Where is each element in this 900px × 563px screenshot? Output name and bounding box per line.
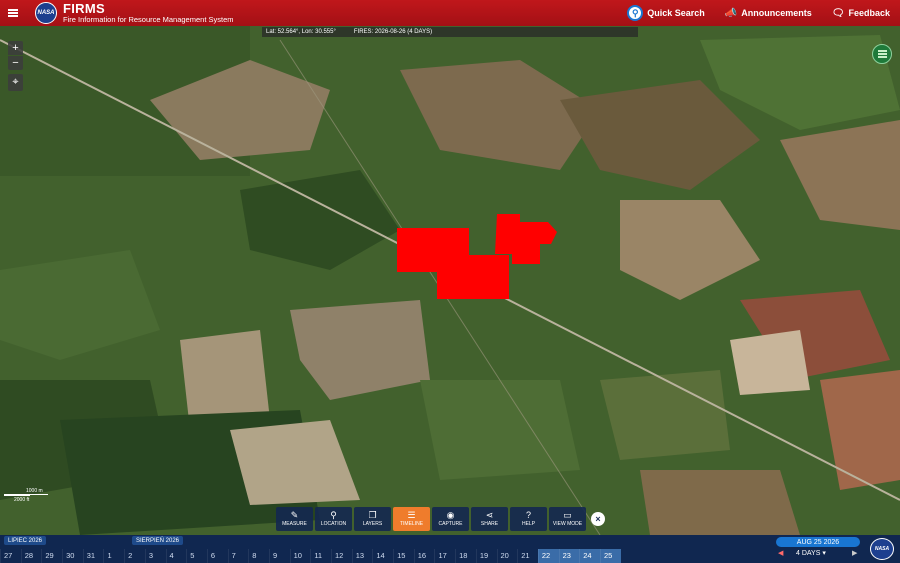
- timeline-day[interactable]: 7: [227, 549, 249, 563]
- zoom-out-button[interactable]: −: [8, 56, 23, 70]
- location-button[interactable]: ⚲ LOCATION: [315, 507, 352, 531]
- nasa-logo-footer: NASA: [870, 538, 894, 560]
- timeline-day[interactable]: 1: [103, 549, 124, 563]
- timeline-day[interactable]: 28: [20, 549, 42, 563]
- timeline-day[interactable]: 22: [537, 549, 559, 563]
- timeline-day[interactable]: 10: [289, 549, 311, 563]
- search-icon: ⚲: [627, 5, 644, 21]
- cursor-coordinates: Lat: 52.564°, Lon: 30.555°: [266, 29, 336, 35]
- map-imagery: [0, 0, 900, 563]
- timeline-day[interactable]: 2: [124, 549, 145, 563]
- timeline-days: 27 28 29 30 31 1 2 3 4 5 6 7 8 9 10 11 12 13 14 15 16 17 18 19 2…: [0, 549, 621, 563]
- measure-button[interactable]: ✎ MEASURE: [276, 507, 313, 531]
- timeline-day[interactable]: 4: [165, 549, 187, 563]
- timeline-day[interactable]: 17: [434, 549, 455, 563]
- previous-icon[interactable]: ◀: [778, 549, 783, 557]
- app-subtitle: Fire Information for Resource Management…: [63, 15, 234, 25]
- ruler-icon: ✎: [290, 510, 299, 520]
- feedback-label: Feedback: [848, 8, 890, 18]
- app-title: FIRMS: [63, 1, 105, 17]
- scale-imperial: 2000 ft: [14, 497, 30, 503]
- quick-search-label: Quick Search: [647, 8, 705, 18]
- timeline-day[interactable]: 11: [310, 549, 331, 563]
- capture-button[interactable]: ◉ CAPTURE: [432, 507, 469, 531]
- layers-icon: ❐: [368, 510, 377, 520]
- satellite-map[interactable]: [0, 0, 900, 563]
- timeline-day[interactable]: 24: [579, 549, 600, 563]
- timeline-day[interactable]: 12: [331, 549, 352, 563]
- sliders-icon: ☰: [407, 510, 416, 520]
- app-header: NASA FIRMS Fire Information for Resource…: [0, 0, 900, 26]
- announcements-label: Announcements: [741, 8, 812, 18]
- pin-icon: ⚲: [330, 510, 337, 520]
- menu-icon[interactable]: [0, 0, 26, 26]
- timeline-day[interactable]: 18: [455, 549, 476, 563]
- current-date-button[interactable]: AUG 25 2026: [776, 537, 860, 547]
- timeline-day[interactable]: 13: [351, 549, 373, 563]
- timeline-bar: LIPIEC 2026 SIERPIEŃ 2026 27 28 29 30 31 1 2 3 4…: [0, 535, 900, 563]
- monitor-icon: ▭: [563, 510, 572, 520]
- timeline-day[interactable]: 30: [62, 549, 83, 563]
- help-button[interactable]: ? HELP: [510, 507, 547, 531]
- timeline-button[interactable]: ☰ TIMELINE: [393, 507, 430, 531]
- timeline-day[interactable]: 19: [475, 549, 497, 563]
- megaphone-icon: 📣: [724, 7, 738, 19]
- coordinate-bar: Lat: 52.564°, Lon: 30.555° FIRES: 2026-0…: [262, 27, 638, 37]
- date-selector: AUG 25 2026 ◀ 4 DAYS ▾ ▶: [772, 536, 862, 562]
- zoom-in-button[interactable]: +: [8, 41, 23, 55]
- map-scale: 1000 m 2000 ft: [0, 488, 60, 506]
- timeline-day[interactable]: 27: [0, 549, 21, 563]
- month-label-august: SIERPIEŃ 2026: [132, 536, 184, 545]
- scale-metric: 1000 m: [26, 488, 43, 494]
- map-toolbar: ✎ MEASURE ⚲ LOCATION ❐ LAYERS ☰ TIMELINE…: [276, 507, 605, 531]
- timeline-day[interactable]: 29: [41, 549, 62, 563]
- announcements-button[interactable]: 📣 Announcements: [715, 0, 822, 26]
- share-icon: ⋖: [485, 510, 494, 520]
- share-button[interactable]: ⋖ SHARE: [471, 507, 508, 531]
- timeline-day[interactable]: 16: [413, 549, 435, 563]
- camera-icon: ◉: [446, 510, 455, 520]
- timeline-day[interactable]: 23: [558, 549, 580, 563]
- timeline-day[interactable]: 6: [206, 549, 228, 563]
- view-mode-button[interactable]: ▭ VIEW MODE: [549, 507, 586, 531]
- timeline-day[interactable]: 20: [496, 549, 518, 563]
- layer-list-icon[interactable]: [872, 44, 892, 64]
- month-label-july: LIPIEC 2026: [4, 536, 47, 545]
- timeline-day[interactable]: 15: [393, 549, 414, 563]
- timeline-day[interactable]: 21: [517, 549, 538, 563]
- timeline-day[interactable]: 25: [599, 549, 621, 563]
- brand[interactable]: FIRMS Fire Information for Resource Mana…: [63, 2, 234, 24]
- timeline-day[interactable]: 14: [372, 549, 393, 563]
- help-icon: ?: [525, 510, 531, 520]
- locate-icon[interactable]: ⌖: [8, 74, 23, 91]
- close-icon[interactable]: ×: [591, 512, 605, 526]
- range-select[interactable]: 4 DAYS ▾: [796, 549, 826, 557]
- timeline-day[interactable]: 8: [248, 549, 269, 563]
- timeline-day[interactable]: 3: [144, 549, 166, 563]
- timeline-day[interactable]: 5: [186, 549, 207, 563]
- next-icon[interactable]: ▶: [852, 549, 857, 557]
- timeline-day[interactable]: 9: [268, 549, 290, 563]
- quick-search-button[interactable]: ⚲ Quick Search: [617, 0, 715, 26]
- chat-icon: 🗨: [831, 7, 845, 19]
- timeline-day[interactable]: 31: [82, 549, 104, 563]
- feedback-button[interactable]: 🗨 Feedback: [822, 0, 900, 26]
- nasa-logo[interactable]: NASA: [35, 2, 57, 24]
- layers-button[interactable]: ❐ LAYERS: [354, 507, 391, 531]
- fires-date-info: FIRES: 2026-08-26 (4 DAYS): [353, 29, 433, 35]
